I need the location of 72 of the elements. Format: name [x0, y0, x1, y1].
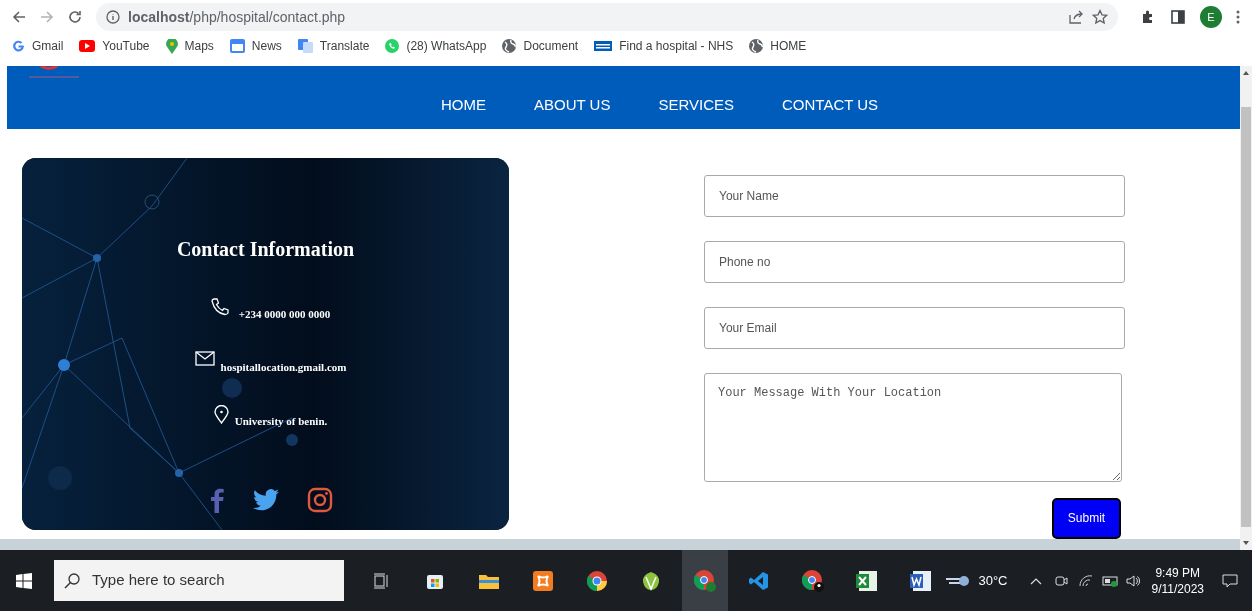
instagram-icon[interactable] [306, 487, 333, 514]
chrome-icon[interactable] [587, 570, 607, 591]
bookmark-link[interactable]: (28) WhatsApp [385, 37, 487, 55]
address-bar[interactable]: localhost/php/hospital/contact.php [96, 3, 1118, 31]
text-input-field[interactable]: Your Email [704, 306, 1125, 349]
news-icon [229, 39, 245, 53]
task-view-icon[interactable] [373, 572, 389, 589]
reload-icon[interactable] [68, 10, 82, 24]
facebook-icon[interactable] [208, 487, 225, 514]
scroll-down-icon[interactable] [1242, 539, 1250, 547]
weather-wind-icon[interactable] [946, 573, 971, 588]
nav-link[interactable]: HOME [417, 88, 510, 123]
bookmark-link[interactable]: Maps [165, 37, 214, 55]
scrollbar[interactable] [1240, 66, 1252, 550]
star-icon[interactable] [1092, 9, 1108, 25]
contact-title: Contact Information [176, 236, 355, 262]
scroll-up-icon[interactable] [1242, 69, 1250, 77]
notification-icon[interactable] [1222, 572, 1238, 589]
bookmark-link[interactable]: YouTube [79, 37, 150, 55]
submit-button[interactable]: Submit [1052, 497, 1121, 539]
contact-detail: hospitallocation.gmail.com [220, 360, 347, 376]
share-icon[interactable] [1068, 9, 1084, 25]
folder-icon[interactable] [479, 572, 499, 589]
document-icon[interactable] [910, 570, 932, 591]
message-textarea[interactable]: Your Message With Your Location [704, 372, 1122, 482]
bookmark-link[interactable]: Gmail [12, 37, 64, 55]
url-text: localhost/php/hospital/contact.php [128, 7, 346, 27]
bookmark-link[interactable]: Document [502, 37, 579, 55]
nav-link[interactable]: CONTACT US [758, 88, 903, 123]
google-icon [12, 39, 25, 53]
translate-icon [297, 39, 313, 53]
text-input-field[interactable]: Phone no [704, 240, 1125, 283]
bookmark-link[interactable]: Find a hospital - NHS [594, 37, 734, 55]
location-pin-icon [213, 404, 229, 424]
search-placeholder[interactable]: Type here to search [92, 569, 225, 592]
globe-icon [502, 39, 517, 53]
contact-detail: University of benin. [234, 413, 328, 429]
camera-icon[interactable] [1053, 573, 1068, 588]
taskbar-search-field[interactable]: Type here to search [54, 560, 344, 601]
mail-icon [194, 351, 215, 367]
vscode-icon[interactable] [749, 570, 769, 591]
map-pin-icon [165, 38, 178, 54]
speaker-icon[interactable] [1125, 573, 1140, 588]
xampp-icon[interactable] [533, 570, 553, 591]
youtube-icon [79, 40, 96, 52]
nhs-badge-icon [594, 41, 613, 51]
windows-start-icon[interactable] [16, 572, 32, 589]
back-icon[interactable] [12, 10, 26, 24]
profile-avatar[interactable]: E [1200, 6, 1222, 28]
globe-icon [749, 39, 764, 53]
info-icon[interactable] [106, 10, 120, 24]
chevron-up-icon[interactable] [1029, 576, 1042, 585]
spreadsheet-icon[interactable] [856, 570, 878, 591]
contact-detail: +234 0000 000 0000 [238, 306, 331, 322]
bird-icon[interactable] [252, 489, 279, 512]
text-input-field[interactable]: Your Name [704, 174, 1125, 217]
bookmark-link[interactable]: Translate [297, 37, 370, 55]
weather-temperature[interactable]: 30°C [978, 570, 1008, 591]
chrome-profile-icon[interactable] [694, 569, 716, 592]
side-panel-icon[interactable] [1170, 9, 1186, 25]
wifi-icon[interactable] [1077, 573, 1094, 588]
nav-link[interactable]: ABOUT US [510, 88, 635, 123]
leaf-icon[interactable] [641, 570, 661, 591]
chat-bubble-icon [385, 39, 400, 53]
chrome-guest-icon[interactable] [802, 569, 824, 592]
search-icon [64, 572, 80, 589]
battery-icon[interactable] [1101, 574, 1120, 587]
bookmark-link[interactable]: HOME [749, 37, 807, 55]
menu-icon[interactable] [1236, 10, 1240, 24]
clock[interactable]: 9:49 PM 9/11/2023 [1151, 564, 1204, 597]
bookmark-link[interactable]: News [229, 37, 282, 55]
nav-link[interactable]: SERVICES [634, 88, 758, 123]
